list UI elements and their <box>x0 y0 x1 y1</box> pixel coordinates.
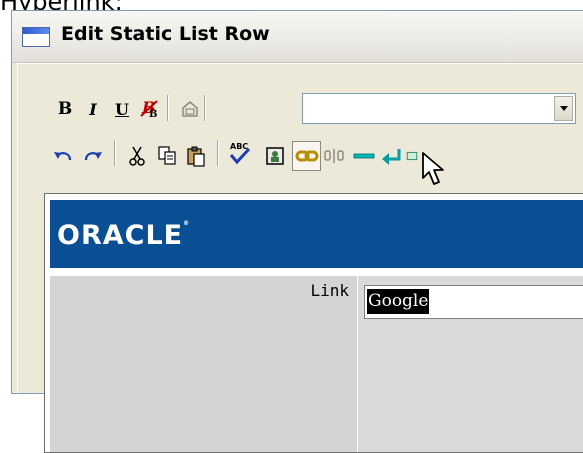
anchor-icon[interactable] <box>322 144 346 168</box>
redo-icon[interactable] <box>81 144 105 168</box>
edit-dialog: Edit Static List Row B I U B B <box>11 10 583 453</box>
link-label: Link <box>310 281 349 300</box>
dialog-content: B I U B B <box>17 63 583 453</box>
link-value-cell: Google <box>359 276 583 452</box>
toolbar-separator <box>114 140 116 166</box>
horizontal-rule-icon[interactable] <box>352 144 376 168</box>
line-break-icon[interactable] <box>380 144 404 168</box>
copy-icon[interactable] <box>155 144 179 168</box>
rich-text-editor[interactable]: ORACLE® Link Google <box>44 193 583 453</box>
link-input[interactable]: Google <box>364 285 583 319</box>
image-icon[interactable] <box>263 144 287 168</box>
undo-icon[interactable] <box>51 144 75 168</box>
brand-header: ORACLE® <box>50 200 583 268</box>
chevron-down-icon[interactable] <box>554 96 573 121</box>
toolbar-separator <box>167 95 169 121</box>
table-icon[interactable] <box>406 144 418 168</box>
paste-format-icon[interactable] <box>178 97 202 121</box>
dialog-title: Edit Static List Row <box>61 23 270 45</box>
form-table: Link Google <box>50 276 583 452</box>
svg-text:B: B <box>149 109 157 119</box>
selected-link-text[interactable]: Google <box>367 289 430 314</box>
window-icon <box>22 27 50 47</box>
toolbar-separator <box>204 95 206 121</box>
spellcheck-label: ABC <box>230 142 248 151</box>
link-label-cell: Link <box>50 276 358 452</box>
hyperlink-icon[interactable] <box>292 141 321 171</box>
style-select[interactable] <box>302 93 576 124</box>
toolbar-separator <box>217 140 219 166</box>
spellcheck-icon[interactable]: ABC <box>228 141 252 165</box>
underline-button[interactable]: U <box>110 97 134 121</box>
oracle-logo: ORACLE® <box>57 220 191 251</box>
bold-button[interactable]: B <box>53 97 77 121</box>
dialog-titlebar[interactable]: Edit Static List Row <box>12 11 583 63</box>
italic-button[interactable]: I <box>81 97 105 121</box>
paste-icon[interactable] <box>184 144 208 168</box>
remove-format-icon[interactable]: B B <box>138 96 162 120</box>
cut-icon[interactable] <box>125 144 149 168</box>
